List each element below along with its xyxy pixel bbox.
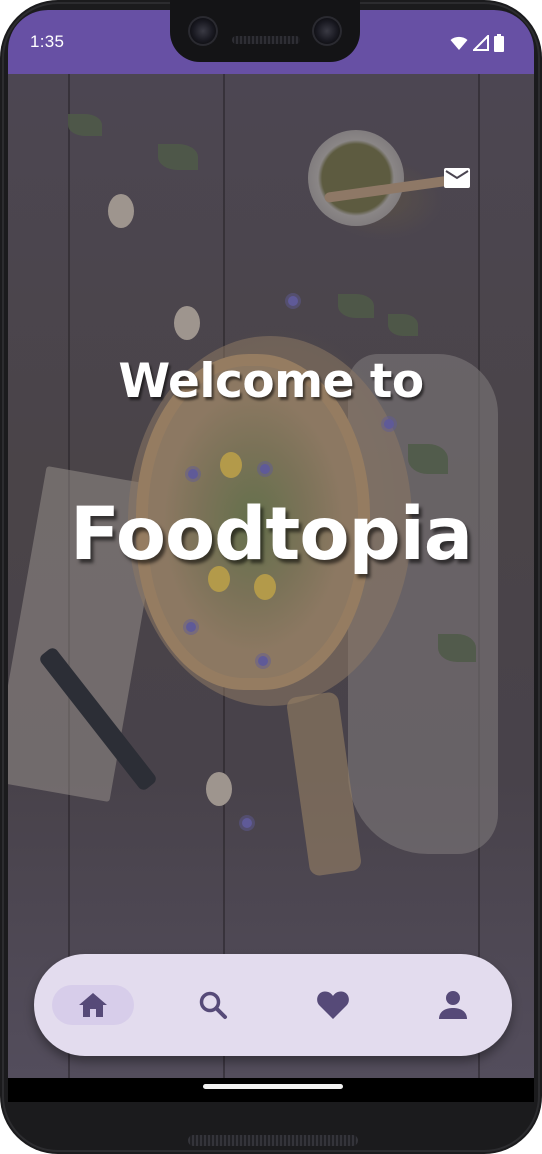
nav-item-profile[interactable] xyxy=(403,954,503,1056)
brand-title: Foodtopia xyxy=(69,492,473,577)
herb-leaf xyxy=(438,634,476,662)
system-gesture-area xyxy=(8,1078,534,1102)
home-gesture-handle[interactable] xyxy=(203,1084,343,1089)
borage-flower xyxy=(242,818,252,828)
borage-flower xyxy=(288,296,298,306)
screen: 1:35 Welcome to Foodtopia xyxy=(8,10,534,1102)
front-camera-left xyxy=(188,16,218,46)
quail-egg xyxy=(108,194,134,228)
herb-leaf xyxy=(338,294,374,318)
bowl xyxy=(308,130,404,226)
welcome-heading: Welcome to xyxy=(118,354,424,409)
hero-background-photo: Welcome to Foodtopia xyxy=(8,74,534,1078)
search-icon xyxy=(199,991,227,1019)
herb-leaf xyxy=(68,114,102,136)
display-notch xyxy=(170,0,360,62)
heart-icon xyxy=(317,991,349,1019)
egg-yolk xyxy=(220,452,242,478)
signal-icon xyxy=(473,35,489,51)
earpiece-speaker xyxy=(232,36,300,44)
egg-yolk xyxy=(254,574,276,600)
person-icon xyxy=(439,991,467,1019)
quail-egg xyxy=(206,772,232,806)
wifi-icon xyxy=(450,36,468,50)
nav-item-search[interactable] xyxy=(163,954,263,1056)
quail-egg xyxy=(174,306,200,340)
herb-leaf xyxy=(408,444,448,474)
phone-frame: 1:35 Welcome to Foodtopia xyxy=(0,0,542,1154)
bottom-navigation-bar xyxy=(34,954,512,1056)
status-icons xyxy=(450,34,504,52)
home-icon xyxy=(79,993,107,1017)
borage-flower xyxy=(188,469,198,479)
borage-flower xyxy=(384,419,394,429)
front-camera-right xyxy=(312,16,342,46)
herb-leaf xyxy=(158,144,198,170)
mail-button[interactable] xyxy=(441,162,473,194)
borage-flower xyxy=(186,622,196,632)
herb-leaf xyxy=(388,314,418,336)
nav-item-home[interactable] xyxy=(43,954,143,1056)
mail-icon xyxy=(444,168,470,188)
borage-flower xyxy=(260,464,270,474)
battery-icon xyxy=(494,34,504,52)
status-time: 1:35 xyxy=(30,32,65,51)
bottom-speaker-grille xyxy=(188,1135,358,1146)
borage-flower xyxy=(258,656,268,666)
nav-item-favorites[interactable] xyxy=(283,954,383,1056)
